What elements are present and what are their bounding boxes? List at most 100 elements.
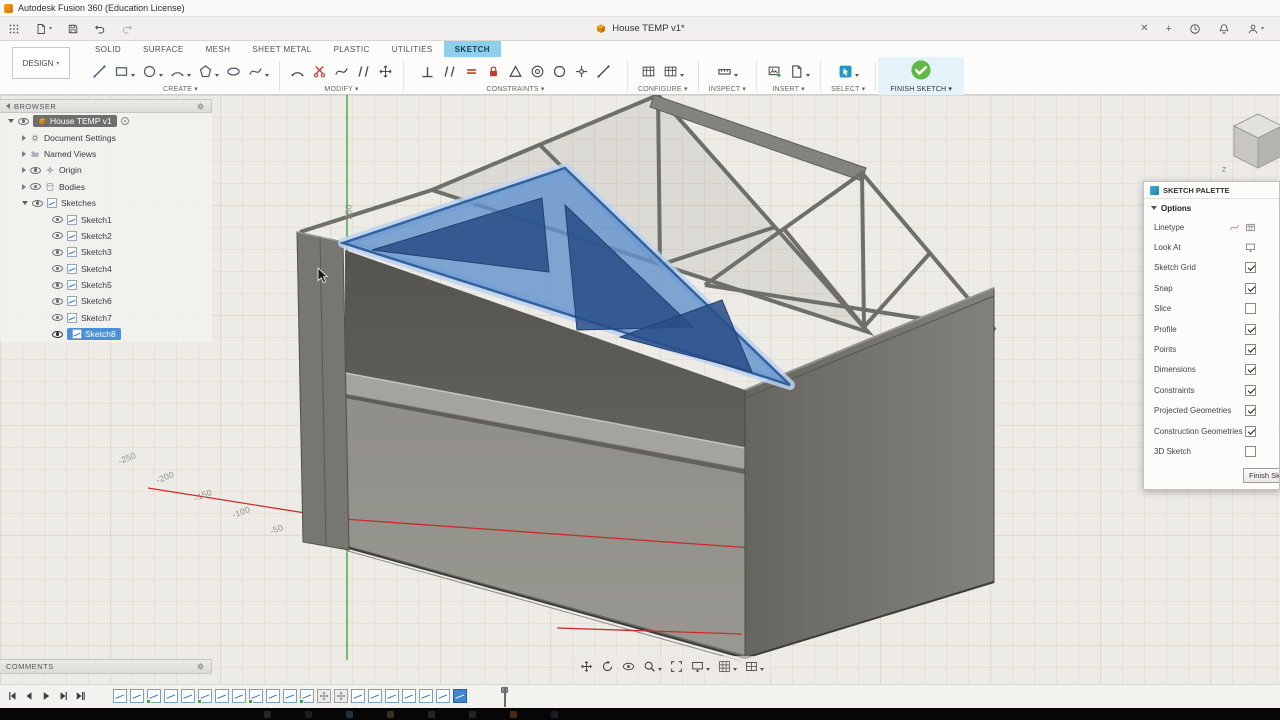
taskbar-icon[interactable]: [305, 710, 312, 718]
panel-gear-icon[interactable]: [196, 102, 205, 111]
timeline-feature-4[interactable]: [164, 689, 178, 703]
timeline-feature-10[interactable]: [266, 689, 280, 703]
visibility-eye-icon[interactable]: [52, 216, 63, 224]
taskbar-icon[interactable]: [428, 710, 435, 718]
configuration-columns-icon[interactable]: [663, 64, 685, 79]
rectangle-tool-icon[interactable]: [114, 64, 135, 79]
palette-row-points[interactable]: Points: [1144, 339, 1279, 359]
midpoint-constraint-icon[interactable]: [574, 64, 589, 79]
expander-closed-icon[interactable]: [22, 167, 26, 174]
browser-item-sketch5[interactable]: Sketch5: [0, 276, 212, 294]
select-tool-icon[interactable]: [838, 64, 859, 79]
arc-tool-icon[interactable]: [170, 64, 191, 79]
visibility-eye-icon[interactable]: [52, 314, 63, 322]
timeline-feature-8[interactable]: [232, 689, 246, 703]
expander-open-icon[interactable]: [8, 119, 14, 124]
profile-checkbox[interactable]: [1245, 323, 1256, 335]
line-tool-icon[interactable]: [92, 64, 107, 79]
browser-item-sketch2[interactable]: Sketch2: [0, 227, 212, 245]
circle-tool-icon[interactable]: [142, 64, 163, 79]
polygon-tool-icon[interactable]: [198, 64, 219, 79]
concentric-constraint-icon[interactable]: [530, 64, 545, 79]
equal-constraint-icon[interactable]: [464, 64, 479, 79]
sketch-palette-header[interactable]: SKETCH PALETTE: [1144, 182, 1279, 199]
taskbar-icon[interactable]: [387, 710, 394, 718]
create-group-label[interactable]: CREATE ▾: [163, 83, 198, 93]
visibility-eye-icon[interactable]: [52, 281, 63, 289]
activate-radio-icon[interactable]: [120, 117, 129, 126]
timeline-feature-3[interactable]: [146, 689, 161, 704]
measure-tool-icon[interactable]: [717, 64, 738, 79]
tab-sheet-metal[interactable]: SHEET METAL: [241, 41, 322, 57]
insert-file-icon[interactable]: [789, 64, 811, 79]
options-section-header[interactable]: Options: [1144, 199, 1279, 217]
palette-row-profile[interactable]: Profile: [1144, 319, 1279, 339]
points-checkbox[interactable]: [1245, 344, 1256, 356]
browser-item-sketch7[interactable]: Sketch7: [0, 309, 212, 327]
visibility-eye-icon[interactable]: [32, 199, 43, 207]
browser-item-sketch3[interactable]: Sketch3: [0, 244, 212, 261]
timeline-feature-19[interactable]: [419, 689, 433, 703]
constraints-checkbox[interactable]: [1245, 384, 1256, 396]
snap-checkbox[interactable]: [1245, 282, 1256, 294]
root-component-pill[interactable]: House TEMP v1: [33, 115, 117, 128]
palette-row-linetype[interactable]: Linetype: [1144, 217, 1279, 237]
browser-item-named-views[interactable]: Named Views: [0, 145, 212, 163]
browser-item-sketch4[interactable]: Sketch4: [0, 260, 212, 277]
play-button[interactable]: [40, 690, 52, 702]
timeline-feature-5[interactable]: [181, 689, 195, 703]
timeline-feature-1[interactable]: [113, 689, 127, 703]
browser-item-document-settings[interactable]: Document Settings: [0, 129, 212, 146]
fit-view-icon[interactable]: [670, 660, 683, 673]
linetype-curve-icon[interactable]: [1229, 222, 1240, 233]
collapse-arrow-icon[interactable]: [6, 103, 10, 109]
step-back-button[interactable]: [23, 690, 35, 702]
visibility-eye-icon[interactable]: [52, 248, 63, 256]
view-cube[interactable]: Z: [1218, 104, 1280, 176]
tab-utilities[interactable]: UTILITIES: [381, 41, 444, 57]
parallel-constraint-icon[interactable]: [442, 64, 457, 79]
browser-item-sketch1[interactable]: Sketch1: [0, 211, 212, 228]
fillet-tool-icon[interactable]: [290, 64, 305, 79]
taskbar-icon[interactable]: [510, 710, 517, 718]
display-settings-icon[interactable]: [691, 660, 710, 673]
taskbar-icon[interactable]: [551, 710, 558, 718]
browser-item-root[interactable]: House TEMP v1: [0, 113, 212, 130]
move-tool-icon[interactable]: [378, 64, 393, 79]
mirror-tool-icon[interactable]: [356, 64, 371, 79]
visibility-eye-icon[interactable]: [30, 183, 41, 191]
visibility-eye-icon[interactable]: [18, 117, 29, 125]
palette-row-slice[interactable]: Slice: [1144, 299, 1279, 319]
tab-plastic[interactable]: PLASTIC: [323, 41, 381, 57]
ellipse-tool-icon[interactable]: [226, 64, 241, 79]
palette-row-sketch-grid[interactable]: Sketch Grid: [1144, 258, 1279, 278]
taskbar-icon[interactable]: [469, 710, 476, 718]
timeline-feature-15[interactable]: [351, 689, 365, 703]
configuration-table-icon[interactable]: [641, 64, 656, 79]
browser-header[interactable]: BROWSER: [0, 99, 212, 113]
finish-sketch-button[interactable]: Finish Sketch: [1243, 468, 1279, 483]
viewports-icon[interactable]: [745, 660, 764, 673]
skip-end-button[interactable]: [74, 690, 86, 702]
look-at-icon[interactable]: [622, 660, 635, 673]
timeline-feature-12[interactable]: [299, 689, 314, 704]
browser-item-sketch8[interactable]: Sketch8: [0, 326, 212, 343]
step-forward-button[interactable]: [57, 690, 69, 702]
browser-item-sketch6[interactable]: Sketch6: [0, 293, 212, 310]
timeline-feature-2[interactable]: [130, 689, 144, 703]
insert-group-label[interactable]: INSERT ▾: [772, 83, 804, 93]
skip-start-button[interactable]: [6, 690, 18, 702]
select-group-label[interactable]: SELECT ▾: [831, 83, 865, 93]
palette-row-snap[interactable]: Snap: [1144, 278, 1279, 298]
browser-item-sketches[interactable]: Sketches: [0, 194, 212, 212]
symmetry-constraint-icon[interactable]: [508, 64, 523, 79]
constraints-group-label[interactable]: CONSTRAINTS ▾: [486, 83, 544, 93]
expander-closed-icon[interactable]: [22, 150, 26, 157]
palette-row-constraints[interactable]: Constraints: [1144, 380, 1279, 400]
expander-closed-icon[interactable]: [22, 134, 26, 141]
construction-geometries-checkbox[interactable]: [1245, 425, 1256, 437]
finish-sketch-label[interactable]: FINISH SKETCH ▾: [890, 83, 952, 93]
inspect-group-label[interactable]: INSPECT ▾: [709, 83, 746, 93]
document-tab[interactable]: House TEMP v1*: [595, 23, 685, 35]
panel-gear-icon[interactable]: [196, 662, 205, 671]
